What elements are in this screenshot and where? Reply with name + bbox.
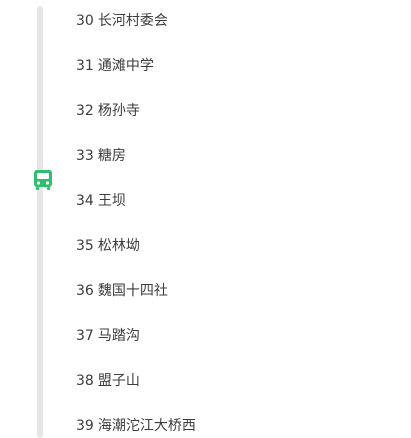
stop-item[interactable]: 39 海潮沱江大桥西 [76,414,196,438]
stop-item[interactable]: 33 糖房 [76,144,126,168]
stop-item[interactable]: 32 杨孙寺 [76,99,140,123]
stop-name: 马踏沟 [97,328,140,344]
stop-number: 36 [76,283,94,299]
stop-name: 长河村委会 [97,13,168,29]
stop-name: 海潮沱江大桥西 [97,418,196,434]
stop-item[interactable]: 34 王坝 [76,189,126,213]
bus-icon [34,170,52,190]
stop-item[interactable]: 37 马踏沟 [76,324,140,348]
stop-number: 34 [76,193,94,209]
stop-number: 38 [76,373,94,389]
stop-name: 盟子山 [97,373,140,389]
stop-item[interactable]: 31 通滩中学 [76,54,154,78]
stop-number: 32 [76,103,94,119]
stop-name: 杨孙寺 [97,103,140,119]
stop-item[interactable]: 35 松林坳 [76,234,140,258]
stop-number: 30 [76,13,94,29]
stop-number: 35 [76,238,94,254]
stop-name: 糖房 [97,148,126,164]
stop-name: 王坝 [97,193,126,209]
route-line [37,6,43,438]
stop-name: 魏国十四社 [97,283,168,299]
stop-item[interactable]: 38 盟子山 [76,369,140,393]
stop-number: 33 [76,148,94,164]
stop-number: 39 [76,418,94,434]
stop-item[interactable]: 36 魏国十四社 [76,279,168,303]
stop-number: 37 [76,328,94,344]
stop-name: 通滩中学 [97,58,154,74]
stop-name: 松林坳 [97,238,140,254]
stop-number: 31 [76,58,94,74]
bus-route-screen: 30 长河村委会 31 通滩中学 32 杨孙寺 33 糖房 34 王坝 35 松林坳 36 魏… [0,0,411,438]
stop-item[interactable]: 30 长河村委会 [76,9,168,33]
